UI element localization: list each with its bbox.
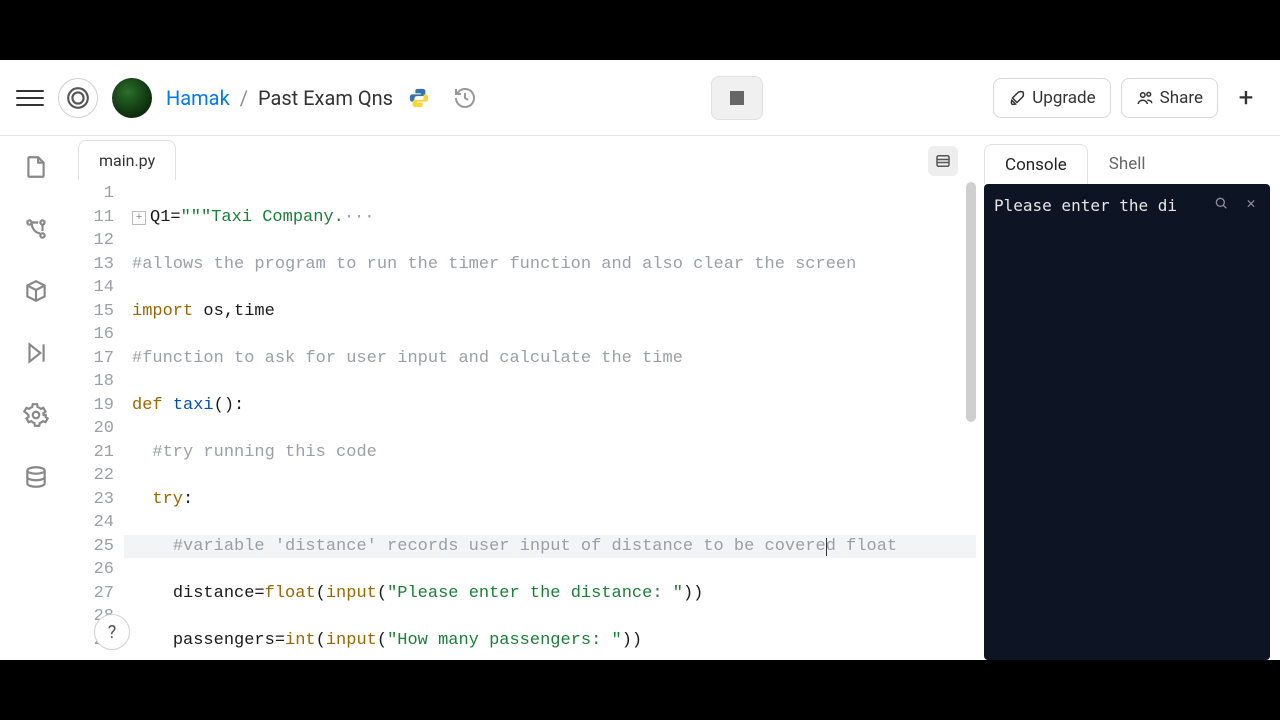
console-column: Console Shell Please enter the di ✕	[976, 136, 1280, 660]
database-icon[interactable]	[19, 460, 53, 494]
breadcrumb-sep: /	[240, 86, 248, 110]
file-tab-main[interactable]: main.py	[78, 140, 176, 180]
debugger-icon[interactable]	[19, 336, 53, 370]
header-bar: Hamak / Past Exam Qns Upgrade Share +	[0, 60, 1280, 136]
replit-logo[interactable]	[58, 78, 98, 118]
menu-icon[interactable]	[16, 84, 44, 112]
files-icon[interactable]	[19, 150, 53, 184]
share-button[interactable]: Share	[1121, 78, 1218, 118]
file-tab-bar: main.py	[72, 136, 976, 180]
project-name[interactable]: Past Exam Qns	[258, 86, 393, 110]
owner-link[interactable]: Hamak	[166, 86, 230, 110]
vcs-icon[interactable]	[19, 212, 53, 246]
python-icon	[407, 86, 431, 110]
code-body[interactable]: +Q1="""Taxi Company.··· #allows the prog…	[124, 182, 976, 660]
settings-icon[interactable]	[19, 398, 53, 432]
terminal[interactable]: Please enter the di ✕	[984, 184, 1270, 660]
share-label: Share	[1160, 88, 1203, 108]
upgrade-label: Upgrade	[1032, 88, 1095, 108]
people-icon	[1136, 89, 1154, 107]
panel-toggle-icon[interactable]	[928, 146, 958, 176]
tab-console[interactable]: Console	[984, 144, 1088, 184]
packages-icon[interactable]	[19, 274, 53, 308]
editor-column: main.py 1 11 12 13 14 15 16 17 18 19 20	[72, 136, 976, 660]
code-editor[interactable]: 1 11 12 13 14 15 16 17 18 19 20 21 22 23…	[72, 180, 976, 660]
breadcrumb: Hamak / Past Exam Qns	[166, 86, 393, 110]
upgrade-button[interactable]: Upgrade	[993, 78, 1110, 118]
avatar[interactable]	[112, 78, 152, 118]
line-gutter: 1 11 12 13 14 15 16 17 18 19 20 21 22 23…	[72, 182, 124, 660]
console-tab-bar: Console Shell	[984, 140, 1270, 184]
add-button[interactable]: +	[1228, 80, 1264, 116]
close-icon[interactable]: ✕	[1240, 192, 1262, 214]
help-button[interactable]: ?	[94, 614, 130, 650]
fold-icon[interactable]: +	[132, 211, 146, 225]
editor-scrollbar[interactable]	[966, 182, 976, 422]
stop-button[interactable]	[711, 76, 763, 120]
rocket-icon	[1008, 89, 1026, 107]
tab-shell[interactable]: Shell	[1088, 144, 1167, 184]
app-window: Hamak / Past Exam Qns Upgrade Share +	[0, 60, 1280, 660]
search-icon[interactable]	[1210, 192, 1232, 214]
sidebar	[0, 136, 72, 660]
history-icon[interactable]	[449, 82, 481, 114]
stop-icon	[730, 91, 744, 105]
